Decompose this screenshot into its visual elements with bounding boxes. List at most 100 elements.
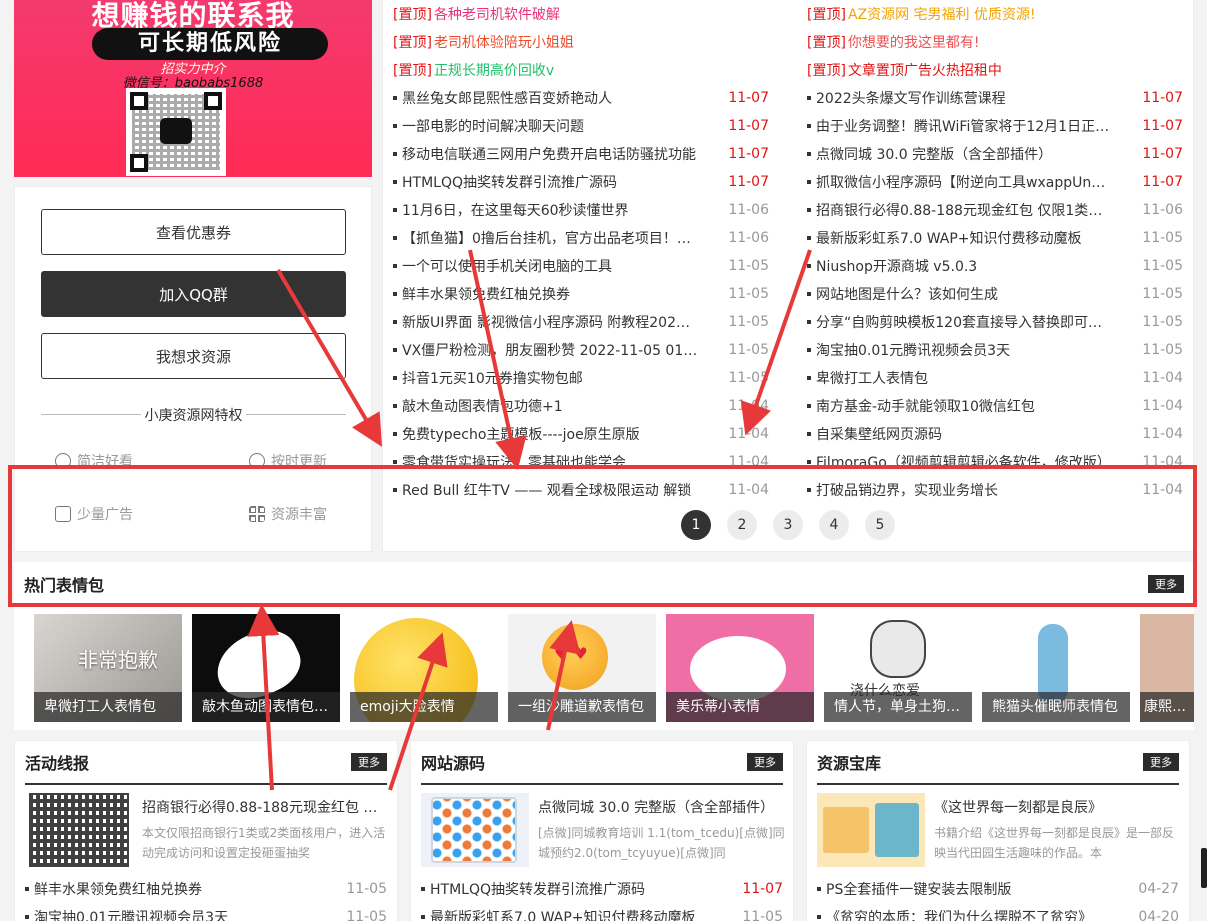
featured-title[interactable]: 《这世界每一刻都是良辰》	[934, 797, 1182, 817]
article-title[interactable]: 一部电影的时间解决聊天问题	[402, 116, 584, 136]
article-row[interactable]: 招商银行必得0.88-188元现金红包 仅限1类储蓄卡 11-06	[807, 196, 1183, 224]
article-row[interactable]: HTMLQQ抽奖转发群引流推广源码 11-07	[393, 168, 769, 196]
emoji-card[interactable]: emoji大脸表情	[350, 614, 498, 722]
article-row[interactable]: 网站地图是什么？该如何生成 11-05	[807, 280, 1183, 308]
pinned-title[interactable]: AZ资源网 宅男福利 优质资源!	[848, 4, 1036, 24]
more-button[interactable]: 更多	[1148, 575, 1184, 593]
pinned-title[interactable]: 文章置顶广告火热招租中	[848, 60, 1002, 80]
article-title[interactable]: 由于业务调整！腾讯WiFi管家将于12月1日正式停	[816, 116, 1112, 136]
featured-title[interactable]: 点微同城 30.0 完整版（含全部插件）	[538, 797, 786, 817]
article-row[interactable]: FilmoraGo（视频剪辑剪辑必备软件，修改版） 11-04	[807, 448, 1183, 476]
article-row[interactable]: 抖音1元买10元券撸实物包邮 11-05	[393, 364, 769, 392]
emoji-card[interactable]: 敲木鱼动图表情包功德+1	[192, 614, 340, 722]
pinned-item[interactable]: [置顶] 文章置顶广告火热招租中	[807, 56, 1177, 84]
list-item-title[interactable]: HTMLQQ抽奖转发群引流推广源码	[430, 879, 645, 899]
more-button[interactable]: 更多	[351, 753, 387, 771]
more-button[interactable]: 更多	[1143, 753, 1179, 771]
article-title[interactable]: 2022头条爆文写作训练营课程	[816, 88, 1006, 108]
list-item[interactable]: HTMLQQ抽奖转发群引流推广源码 11-07	[421, 875, 783, 903]
article-title[interactable]: 鲜丰水果领免费红柚兑换券	[402, 284, 570, 304]
article-title[interactable]: HTMLQQ抽奖转发群引流推广源码	[402, 172, 617, 192]
article-row[interactable]: VX僵尸粉检测，朋友圈秒赞 2022-11-05 01:20 11-05	[393, 336, 769, 364]
pinned-title[interactable]: 各种老司机软件破解	[434, 4, 560, 24]
pinned-item[interactable]: [置顶] 正规长期高价回收v	[393, 56, 723, 84]
pinned-title[interactable]: 老司机体验陪玩小姐姐	[434, 32, 574, 52]
article-title[interactable]: 招商银行必得0.88-188元现金红包 仅限1类储蓄卡	[816, 200, 1112, 220]
article-title[interactable]: Niushop开源商城 v5.0.3	[816, 256, 977, 276]
article-title[interactable]: 卑微打工人表情包	[816, 368, 928, 388]
article-row[interactable]: 最新版彩虹系7.0 WAP+知识付费移动魔板 11-05	[807, 224, 1183, 252]
page-button[interactable]: 5	[865, 510, 895, 540]
article-title[interactable]: 自采集壁纸网页源码	[816, 424, 942, 444]
article-row[interactable]: 黑丝兔女郎昆熙性感百变娇艳动人 11-07	[393, 84, 769, 112]
emoji-card[interactable]: ♥ ♥ 一组沙雕道歉表情包	[508, 614, 656, 722]
article-title[interactable]: 黑丝兔女郎昆熙性感百变娇艳动人	[402, 88, 612, 108]
article-row[interactable]: 南方基金-动手就能领取10微信红包 11-04	[807, 392, 1183, 420]
article-title[interactable]: 11月6日，在这里每天60秒读懂世界	[402, 200, 629, 220]
article-title[interactable]: 淘宝抽0.01元腾讯视频会员3天	[816, 340, 1010, 360]
list-item[interactable]: 淘宝抽0.01元腾讯视频会员3天 11-05	[25, 903, 387, 921]
more-button[interactable]: 更多	[747, 753, 783, 771]
pinned-item[interactable]: [置顶] 你想要的我这里都有!	[807, 28, 1177, 56]
article-title[interactable]: 最新版彩虹系7.0 WAP+知识付费移动魔板	[816, 228, 1082, 248]
pinned-title[interactable]: 你想要的我这里都有!	[848, 32, 980, 52]
article-row[interactable]: Niushop开源商城 v5.0.3 11-05	[807, 252, 1183, 280]
article-row[interactable]: 点微同城 30.0 完整版（含全部插件） 11-07	[807, 140, 1183, 168]
article-row[interactable]: 新版UI界面 影视微信小程序源码 附教程2022版 11-05	[393, 308, 769, 336]
pinned-item[interactable]: [置顶] AZ资源网 宅男福利 优质资源!	[807, 0, 1177, 28]
list-item-title[interactable]: 淘宝抽0.01元腾讯视频会员3天	[34, 907, 228, 921]
article-title[interactable]: 敲木鱼动图表情包功德+1	[402, 396, 563, 416]
article-row[interactable]: 敲木鱼动图表情包功德+1 11-04	[393, 392, 769, 420]
article-title[interactable]: Red Bull 红牛TV —— 观看全球极限运动 解锁	[402, 480, 691, 500]
article-row[interactable]: 分享“自购剪映模板120套直接导入替换即可使用” 11-05	[807, 308, 1183, 336]
pinned-title[interactable]: 正规长期高价回收v	[434, 60, 554, 80]
scrollbar-thumb[interactable]	[1201, 848, 1207, 888]
article-title[interactable]: 抓取微信小程序源码【附逆向工具wxappUnpacker】	[816, 172, 1112, 192]
list-item[interactable]: 《贫穷的本质：我们为什么摆脱不了贫穷》 04-20	[817, 903, 1179, 921]
article-row[interactable]: 一部电影的时间解决聊天问题 11-07	[393, 112, 769, 140]
list-item[interactable]: 鲜丰水果领免费红柚兑换券 11-05	[25, 875, 387, 903]
ad-banner[interactable]: 想赚钱的联系我 可长期低风险 招实力中介 微信号：baobabs1688	[14, 0, 372, 177]
article-row[interactable]: 11月6日，在这里每天60秒读懂世界 11-06	[393, 196, 769, 224]
emoji-card[interactable]: 熊猫头催眠师表情包	[982, 614, 1130, 722]
article-row[interactable]: 自采集壁纸网页源码 11-04	[807, 420, 1183, 448]
article-title[interactable]: 抖音1元买10元券撸实物包邮	[402, 368, 583, 388]
article-row[interactable]: 鲜丰水果领免费红柚兑换券 11-05	[393, 280, 769, 308]
pinned-item[interactable]: [置顶] 老司机体验陪玩小姐姐	[393, 28, 723, 56]
article-row[interactable]: Red Bull 红牛TV —— 观看全球极限运动 解锁 11-04	[393, 476, 769, 504]
pinned-item[interactable]: [置顶] 各种老司机软件破解	[393, 0, 723, 28]
list-item[interactable]: PS全套插件一键安装去限制版 04-27	[817, 875, 1179, 903]
page-button[interactable]: 4	[819, 510, 849, 540]
article-title[interactable]: 网站地图是什么？该如何生成	[816, 284, 998, 304]
article-row[interactable]: 2022头条爆文写作训练营课程 11-07	[807, 84, 1183, 112]
article-title[interactable]: 【抓鱼猫】0撸后台挂机，官方出品老项目！长期	[402, 228, 698, 248]
list-item-title[interactable]: 鲜丰水果领免费红柚兑换券	[34, 879, 202, 899]
article-title[interactable]: 分享“自购剪映模板120套直接导入替换即可使用”	[816, 312, 1112, 332]
book-cover-thumbnail[interactable]	[817, 793, 925, 867]
article-title[interactable]: FilmoraGo（视频剪辑剪辑必备软件，修改版）	[816, 452, 1111, 472]
article-row[interactable]: 【抓鱼猫】0撸后台挂机，官方出品老项目！长期 11-06	[393, 224, 769, 252]
article-title[interactable]: 新版UI界面 影视微信小程序源码 附教程2022版	[402, 312, 698, 332]
emoji-card[interactable]: 康熙来了	[1140, 614, 1194, 722]
page-button[interactable]: 3	[773, 510, 803, 540]
article-title[interactable]: 南方基金-动手就能领取10微信红包	[816, 396, 1035, 416]
list-item[interactable]: 最新版彩虹系7.0 WAP+知识付费移动魔板 11-05	[421, 903, 783, 921]
article-row[interactable]: 抓取微信小程序源码【附逆向工具wxappUnpacker】 11-07	[807, 168, 1183, 196]
list-item-title[interactable]: 《贫穷的本质：我们为什么摆脱不了贫穷》	[826, 907, 1092, 921]
join-qq-group-button[interactable]: 加入QQ群	[41, 271, 346, 317]
article-title[interactable]: 零食带货实操玩法，零基础也能学会	[402, 452, 626, 472]
page-button[interactable]: 2	[727, 510, 757, 540]
article-row[interactable]: 卑微打工人表情包 11-04	[807, 364, 1183, 392]
qr-code-thumbnail[interactable]	[25, 793, 133, 867]
article-row[interactable]: 零食带货实操玩法，零基础也能学会 11-04	[393, 448, 769, 476]
article-title[interactable]: 一个可以使用手机关闭电脑的工具	[402, 256, 612, 276]
request-resource-button[interactable]: 我想求资源	[41, 333, 346, 379]
article-title[interactable]: 移动电信联通三网用户免费开启电话防骚扰功能	[402, 144, 696, 164]
article-row[interactable]: 由于业务调整！腾讯WiFi管家将于12月1日正式停 11-07	[807, 112, 1183, 140]
view-coupons-button[interactable]: 查看优惠券	[41, 209, 346, 255]
article-row[interactable]: 免费typecho主题模板----joe原生原版 11-04	[393, 420, 769, 448]
article-row[interactable]: 移动电信联通三网用户免费开启电话防骚扰功能 11-07	[393, 140, 769, 168]
article-title[interactable]: VX僵尸粉检测，朋友圈秒赞 2022-11-05 01:20	[402, 340, 698, 360]
emoji-card[interactable]: 非常抱歉 卑微打工人表情包	[34, 614, 182, 722]
featured-title[interactable]: 招商银行必得0.88-188元现金红包 仅限1类储蓄卡	[142, 797, 390, 817]
